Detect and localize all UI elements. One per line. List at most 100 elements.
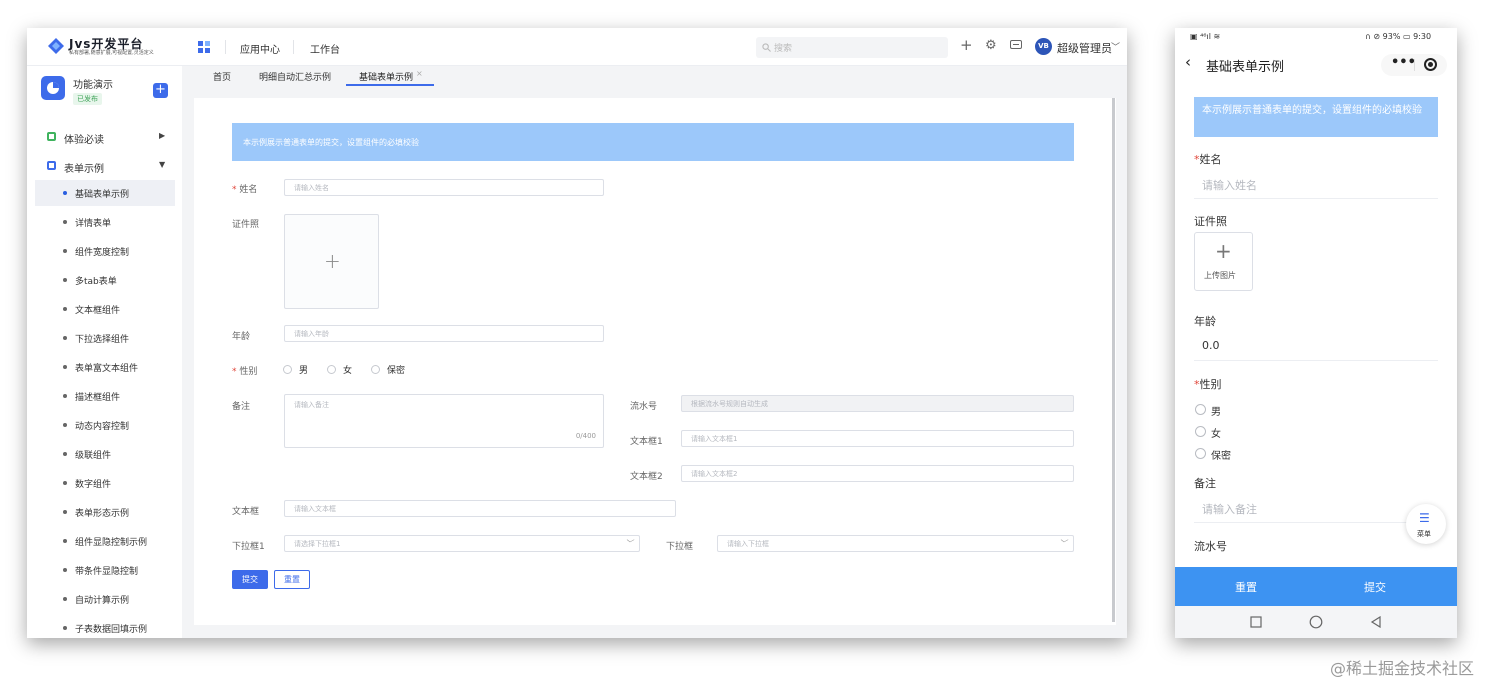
select1-dropdown[interactable]: 请选择下拉框1 ﹀	[284, 535, 640, 552]
plus-icon: +	[1215, 239, 1232, 263]
bullet-icon	[63, 510, 67, 514]
close-icon[interactable]: ×	[416, 69, 423, 78]
nav-divider	[293, 40, 294, 54]
sidebar-item[interactable]: 表单富文本组件	[35, 354, 175, 380]
recent-apps-icon[interactable]	[1250, 616, 1262, 628]
text2-input[interactable]: 请输入文本框2	[681, 465, 1074, 482]
gender-radio-secret[interactable]	[371, 365, 380, 374]
user-name[interactable]: 超级管理员	[1057, 40, 1112, 56]
caret-right-icon: ▶	[159, 131, 166, 140]
apps-grid-icon[interactable]	[198, 41, 210, 53]
sidebar-item[interactable]: 描述框组件	[35, 383, 175, 409]
nav-app-center[interactable]: 应用中心	[240, 41, 280, 56]
close-target-icon[interactable]	[1424, 58, 1437, 71]
gender-radio-female[interactable]	[1195, 426, 1206, 437]
gender-radio-secret[interactable]	[1195, 448, 1206, 459]
gender-option-label: 男	[1211, 407, 1221, 418]
gender-radio-male[interactable]	[1195, 404, 1206, 415]
submit-button[interactable]: 提交	[232, 570, 268, 589]
gear-icon[interactable]: ⚙	[985, 38, 997, 53]
sidebar-item[interactable]: 子表数据回填示例	[35, 615, 175, 638]
tab-basic-form[interactable]: 基础表单示例	[359, 70, 413, 83]
gender-radio-female[interactable]	[327, 365, 336, 374]
nav-workbench[interactable]: 工作台	[310, 41, 340, 56]
sidebar-item-label: 表单富文本组件	[75, 364, 139, 374]
caret-down-icon: ▼	[159, 160, 166, 169]
bullet-icon	[63, 481, 67, 485]
sidebar-item[interactable]: 自动计算示例	[35, 586, 175, 612]
vertical-scrollbar[interactable]	[1112, 98, 1115, 622]
name-label: *姓名	[1194, 151, 1222, 167]
add-app-button[interactable]: +	[153, 83, 168, 98]
reset-button[interactable]: 重置	[1235, 579, 1257, 595]
sidebar-item[interactable]: 详情表单	[35, 209, 175, 235]
photo-upload[interactable]: +	[284, 214, 379, 309]
sidebar-item[interactable]: 组件宽度控制	[35, 238, 175, 264]
bullet-icon	[63, 307, 67, 311]
avatar[interactable]: VB	[1035, 38, 1052, 55]
chevron-down-icon: ﹀	[1059, 539, 1067, 548]
select-dropdown[interactable]: 请输入下拉框 ﹀	[717, 535, 1074, 552]
gender-radio-male[interactable]	[283, 365, 292, 374]
back-icon[interactable]	[1370, 616, 1382, 628]
mini-program-capsule: •••	[1381, 54, 1447, 76]
bullet-icon	[63, 597, 67, 601]
age-placeholder: 请输入年龄	[294, 330, 329, 338]
search-input[interactable]: 搜索	[756, 37, 948, 58]
top-bar: Jvs开发平台 私有部署,随意扩展,可视配置,灵活定义 应用中心 工作台 搜索 …	[27, 28, 1127, 66]
sidebar-item[interactable]: 组件显隐控制示例	[35, 528, 175, 554]
bullet-icon	[63, 249, 67, 253]
capsule-divider	[1414, 59, 1415, 71]
sidebar-item[interactable]: 下拉选择组件	[35, 325, 175, 351]
sidebar-group-guide[interactable]: 体验必读 ▶	[27, 128, 182, 148]
logo-subtitle: 私有部署,随意扩展,可视配置,灵活定义	[69, 50, 154, 56]
chevron-down-icon[interactable]: ﹀	[1111, 40, 1120, 53]
message-icon[interactable]	[1010, 40, 1022, 51]
sidebar-item[interactable]: 带条件显隐控制	[35, 557, 175, 583]
sidebar-item-label: 组件宽度控制	[75, 248, 130, 258]
bullet-icon	[63, 191, 67, 195]
photo-upload[interactable]: + 上传图片	[1194, 232, 1253, 291]
gender-label-text: 性别	[1199, 378, 1222, 391]
sidebar-item[interactable]: 数字组件	[35, 470, 175, 496]
reset-button[interactable]: 重置	[274, 570, 310, 589]
remark-counter: 0/400	[575, 432, 596, 440]
name-label-text: 姓名	[1199, 153, 1222, 166]
add-icon[interactable]: +	[960, 36, 973, 54]
sidebar-item[interactable]: 动态内容控制	[35, 412, 175, 438]
sidebar-item-label: 多tab表单	[75, 277, 117, 287]
more-icon[interactable]: •••	[1391, 55, 1416, 70]
sidebar-item[interactable]: 级联组件	[35, 441, 175, 467]
sidebar-item-basic-form[interactable]: 基础表单示例	[35, 180, 175, 206]
info-banner: 本示例展示普通表单的提交，设置组件的必填校验	[1194, 97, 1438, 137]
sidebar-group-form-examples[interactable]: 表单示例 ▼	[27, 157, 182, 177]
text-input[interactable]: 请输入文本框	[284, 500, 676, 517]
sidebar-item[interactable]: 文本框组件	[35, 296, 175, 322]
group-icon	[47, 161, 56, 170]
serial-placeholder: 根据流水号规则自动生成	[691, 400, 768, 408]
text1-input[interactable]: 请输入文本框1	[681, 430, 1074, 447]
menu-fab-button[interactable]: ☰ 菜单	[1406, 504, 1446, 544]
text-placeholder: 请输入文本框	[294, 505, 336, 513]
tab-home[interactable]: 首页	[213, 70, 231, 83]
sidebar-item[interactable]: 多tab表单	[35, 267, 175, 293]
group-icon	[47, 132, 56, 141]
sidebar-item-label: 动态内容控制	[75, 422, 130, 432]
upload-label: 上传图片	[1204, 271, 1236, 280]
tab-detail-summary[interactable]: 明细自动汇总示例	[259, 70, 331, 83]
age-input[interactable]: 0.0	[1202, 339, 1220, 352]
remark-input[interactable]: 请输入备注	[1202, 501, 1257, 517]
gender-option-label: 女	[343, 366, 353, 376]
age-input[interactable]: 请输入年龄	[284, 325, 604, 342]
sidebar-item[interactable]: 表单形态示例	[35, 499, 175, 525]
info-banner: 本示例展示普通表单的提交，设置组件的必填校验	[232, 123, 1074, 161]
gender-option-label: 保密	[387, 366, 406, 376]
sidebar-item-label: 级联组件	[75, 451, 112, 461]
bullet-icon	[63, 423, 67, 427]
back-arrow-icon[interactable]: ‹	[1185, 53, 1191, 71]
name-input[interactable]: 请输入姓名	[284, 179, 604, 196]
remark-textarea[interactable]: 请输入备注 0/400	[284, 394, 604, 448]
name-input[interactable]: 请输入姓名	[1202, 177, 1257, 193]
home-icon[interactable]	[1309, 615, 1323, 629]
submit-button[interactable]: 提交	[1364, 579, 1386, 595]
